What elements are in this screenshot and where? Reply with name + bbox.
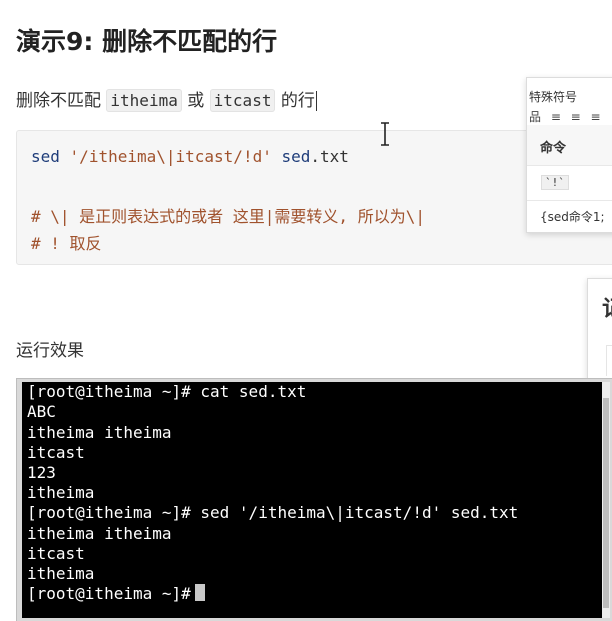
terminal-line: [root@itheima ~]# sed '/itheima\|itcast/… [27, 503, 519, 522]
code-comment-1: # \| 是正则表达式的或者 这里|需要转义, 所以为\| [31, 207, 425, 226]
terminal-line: ABC [27, 402, 56, 421]
terminal-line: itheima [27, 483, 95, 502]
code-line-1: sed '/itheima\|itcast/!d' sed.txt [31, 147, 349, 166]
terminal-line: itcast [27, 544, 85, 563]
terminal-line: itheima itheima [27, 423, 172, 442]
side-panel-divider [606, 345, 612, 376]
code-file-dot: . [310, 147, 321, 166]
side-panel[interactable]: 记 [587, 278, 612, 380]
description-middle: 或 [187, 91, 205, 111]
terminal-screenshot: [root@itheima ~]# cat sed.txt ABC itheim… [22, 382, 608, 618]
code-file-name: sed [281, 147, 311, 166]
scrollbar-thumb[interactable] [603, 398, 609, 608]
special-symbols-panel[interactable]: 特殊符号 品 ≡ ≡ ≡ 命令 `!` {sed命令1; [526, 77, 612, 233]
code-block[interactable]: sed '/itheima\|itcast/!d' sed.txt # \| 是… [16, 130, 612, 265]
terminal-line: itheima [27, 564, 95, 583]
terminal-line: itheima itheima [27, 524, 172, 543]
panel-table-row[interactable]: `!` [527, 166, 612, 201]
terminal-scrollbar[interactable] [602, 382, 610, 618]
code-comment-2: # ! 取反 [31, 234, 102, 253]
page: 演示9: 删除不匹配的行 删除不匹配 itheima 或 itcast 的行 s… [0, 0, 612, 621]
inline-code-itheima: itheima [106, 89, 182, 112]
panel-table-header: 命令 [527, 125, 612, 166]
code-file-ext: txt [320, 147, 349, 166]
description-prefix: 删除不匹配 [16, 91, 101, 111]
description: 删除不匹配 itheima 或 itcast 的行 [16, 86, 317, 112]
panel-cell-code: `!` [541, 175, 569, 190]
terminal-cursor-icon [194, 584, 205, 601]
page-title: 演示9: 删除不匹配的行 [16, 27, 278, 56]
terminal-prompt-line: [root@itheima ~]# [27, 584, 205, 604]
terminal-prompt: [root@itheima ~]# [27, 584, 191, 603]
terminal-line: itcast [27, 443, 85, 462]
description-suffix: 的行 [280, 91, 315, 111]
panel-cell-text: {sed命令1; [540, 210, 605, 224]
text-caret [315, 91, 317, 111]
code-command: sed [31, 147, 60, 166]
terminal-line: [root@itheima ~]# cat sed.txt [27, 382, 307, 401]
panel-header-label: 命令 [540, 141, 567, 156]
panel-toolbar[interactable]: 品 ≡ ≡ ≡ [529, 108, 604, 125]
result-label: 运行效果 [16, 341, 84, 361]
panel-title: 特殊符号 [529, 90, 578, 104]
ibeam-cursor-icon [380, 122, 390, 146]
code-argument: '/itheima\|itcast/!d' [69, 147, 272, 166]
inline-code-itcast: itcast [209, 89, 276, 112]
terminal-line: 123 [27, 463, 56, 482]
side-panel-label: 记 [602, 291, 612, 323]
